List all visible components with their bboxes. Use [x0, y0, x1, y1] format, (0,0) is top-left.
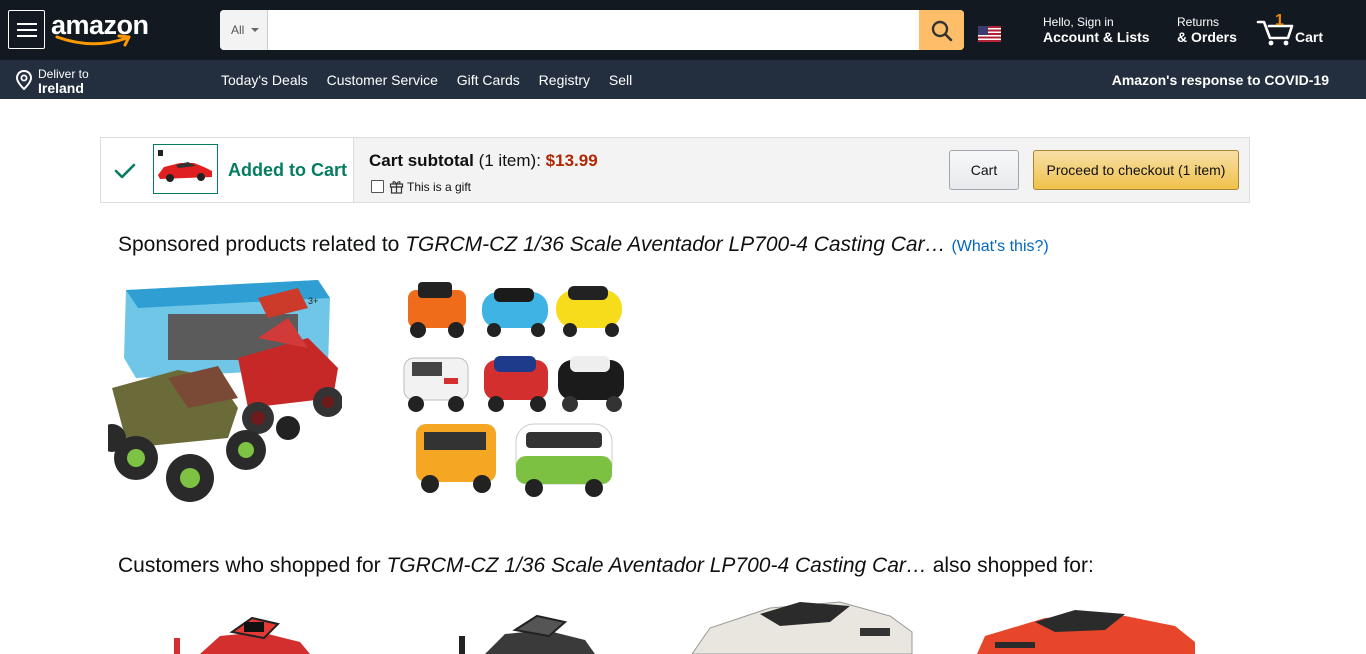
- account-lists-label: Account & Lists: [1043, 29, 1150, 45]
- search-department-label: All: [231, 23, 245, 37]
- cart-count: 1: [1275, 12, 1284, 29]
- nav-links: Today's Deals Customer Service Gift Card…: [221, 72, 647, 88]
- checkmark-icon: [114, 163, 136, 179]
- us-flag-icon[interactable]: [978, 26, 1001, 42]
- account-greeting: Hello, Sign in: [1043, 15, 1114, 29]
- hamburger-menu-icon[interactable]: [8, 10, 45, 49]
- returns-label: Returns: [1177, 15, 1220, 29]
- also-shopped-suffix: also shopped for:: [926, 554, 1094, 577]
- nav-link-registry[interactable]: Registry: [539, 72, 590, 88]
- red-car-open-doors-image: [174, 616, 310, 654]
- subtotal-price: $13.99: [545, 151, 598, 170]
- whats-this-link[interactable]: (What's this?): [951, 238, 1048, 255]
- nav-link-todays-deals[interactable]: Today's Deals: [221, 72, 308, 88]
- svg-text:3+: 3+: [308, 296, 318, 306]
- sponsored-products-heading: Sponsored products related to TGRCM-CZ 1…: [118, 233, 1049, 257]
- gift-checkbox[interactable]: [371, 180, 384, 193]
- cart-link[interactable]: 1 Cart: [1256, 12, 1336, 48]
- sponsored-product-monster-trucks[interactable]: 3+: [108, 278, 342, 508]
- cart-label: Cart: [1295, 29, 1324, 45]
- orders-label: & Orders: [1177, 29, 1237, 45]
- deliver-country: Ireland: [38, 80, 84, 96]
- cart-button[interactable]: Cart: [949, 150, 1019, 190]
- added-to-cart-confirmation: Added to Cart: [101, 138, 354, 202]
- chevron-down-icon: [251, 28, 259, 32]
- subtotal-item-count: (1 item):: [478, 151, 541, 170]
- black-car-open-doors-image: [459, 614, 595, 654]
- search-button[interactable]: [919, 10, 964, 50]
- sponsored-product-name: TGRCM-CZ 1/36 Scale Aventador LP700-4 Ca…: [405, 233, 946, 256]
- search-bar: All: [220, 10, 964, 50]
- nav-link-sell[interactable]: Sell: [609, 72, 632, 88]
- account-lists-link[interactable]: Hello, Sign in Account & Lists: [1043, 15, 1150, 46]
- added-product-thumbnail[interactable]: [153, 144, 218, 194]
- nav-link-customer-service[interactable]: Customer Service: [327, 72, 438, 88]
- mini-cars-set-image: [403, 282, 624, 497]
- subtotal-label: Cart subtotal: [369, 151, 474, 170]
- also-shopped-heading: Customers who shopped for TGRCM-CZ 1/36 …: [118, 554, 1094, 578]
- also-shopped-product-name: TGRCM-CZ 1/36 Scale Aventador LP700-4 Ca…: [386, 554, 927, 577]
- sponsored-prefix: Sponsored products related to: [118, 233, 406, 256]
- white-sports-car-image: [691, 601, 913, 654]
- amazon-logo[interactable]: amazon: [51, 8, 151, 48]
- sponsored-product-mini-cars[interactable]: [398, 278, 630, 504]
- cart-subtotal: Cart subtotal (1 item): $13.99: [369, 151, 598, 171]
- search-icon: [931, 20, 953, 42]
- proceed-to-checkout-button[interactable]: Proceed to checkout (1 item): [1033, 150, 1239, 190]
- gift-label: This is a gift: [407, 180, 472, 194]
- orange-sports-car-image: [977, 610, 1195, 654]
- added-to-cart-panel: Added to Cart Cart subtotal (1 item): $1…: [100, 137, 1250, 203]
- cart-subtotal-area: Cart subtotal (1 item): $13.99 This is a…: [354, 138, 1249, 202]
- also-shopped-product-1[interactable]: [160, 602, 350, 654]
- gift-option[interactable]: This is a gift: [371, 179, 471, 194]
- returns-orders-link[interactable]: Returns & Orders: [1177, 15, 1237, 46]
- also-shopped-product-4[interactable]: [975, 602, 1200, 654]
- search-input[interactable]: [268, 10, 919, 50]
- monster-truck-toy-image: 3+: [108, 280, 342, 502]
- added-to-cart-title: Added to Cart: [228, 160, 347, 180]
- red-sports-car-image: [158, 150, 212, 182]
- also-shopped-product-2[interactable]: [445, 602, 635, 654]
- gift-icon: [389, 181, 404, 194]
- also-shopped-prefix: Customers who shopped for: [118, 554, 387, 577]
- also-shopped-product-3[interactable]: [690, 598, 915, 654]
- deliver-to-label: Deliver to: [38, 67, 89, 81]
- location-pin-icon: [15, 70, 33, 90]
- search-department-select[interactable]: All: [220, 10, 268, 50]
- nav-link-gift-cards[interactable]: Gift Cards: [457, 72, 520, 88]
- nav-belt: amazon All Hello, Sign in Account & List…: [0, 0, 1366, 60]
- covid-response-link[interactable]: Amazon's response to COVID-19: [1112, 72, 1329, 88]
- nav-secondary: Deliver to Ireland Today's Deals Custome…: [0, 60, 1366, 99]
- smile-arrow-icon: [55, 34, 131, 47]
